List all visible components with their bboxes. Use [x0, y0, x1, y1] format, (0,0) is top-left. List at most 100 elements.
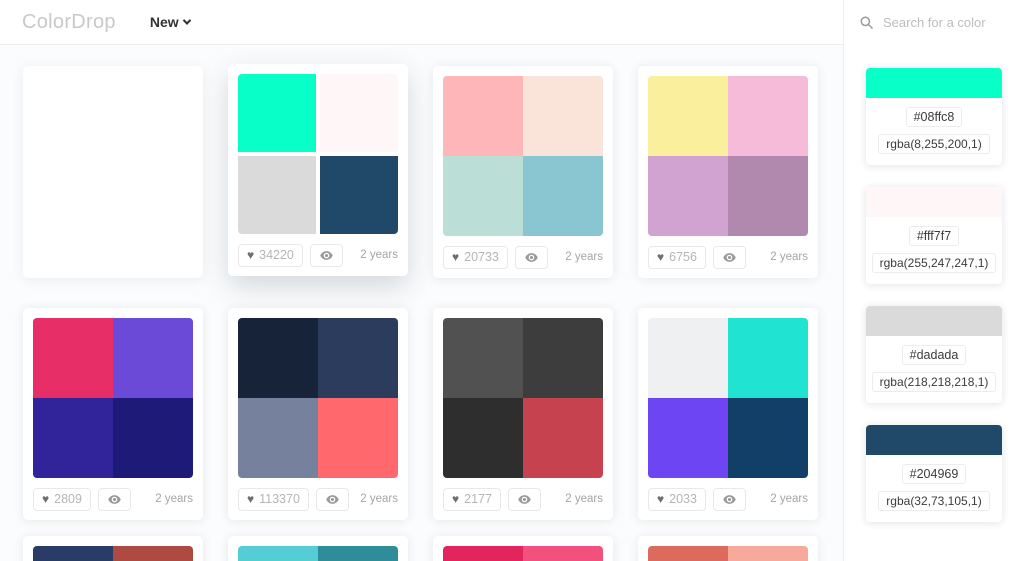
like-button[interactable]: ♥ 2809 [33, 487, 91, 511]
heart-icon: ♥ [452, 492, 460, 506]
palette-card[interactable] [23, 536, 203, 561]
search-input[interactable] [883, 15, 1013, 30]
palette-color-swatch[interactable] [648, 546, 728, 561]
rgba-code[interactable]: rgba(32,73,105,1) [878, 491, 990, 511]
eye-icon [518, 494, 531, 504]
color-detail-card[interactable]: #08ffc8 rgba(8,255,200,1) [866, 68, 1002, 165]
palette-color-swatch[interactable] [728, 546, 808, 561]
palette-color-swatch[interactable] [113, 398, 193, 478]
like-button[interactable]: ♥ 2177 [443, 487, 501, 511]
like-button[interactable]: ♥ 6756 [648, 245, 706, 269]
hex-code[interactable]: #08ffc8 [905, 107, 963, 127]
app-logo[interactable]: ColorDrop [22, 11, 116, 34]
hex-code[interactable]: #fff7f7 [908, 226, 960, 246]
like-button[interactable]: ♥ 113370 [238, 487, 309, 511]
like-button[interactable]: ♥ 34220 [238, 243, 303, 267]
palette-color-swatch[interactable] [318, 546, 398, 561]
palette-color-swatch[interactable] [238, 74, 316, 152]
palette-card-blank[interactable] [23, 66, 203, 278]
card-footer: ♥ 6756 2 years [648, 236, 808, 278]
palette-color-swatch[interactable] [523, 156, 603, 236]
palette-color-swatch[interactable] [318, 318, 398, 398]
palette-swatches [238, 74, 398, 234]
palette-color-swatch[interactable] [728, 76, 808, 156]
palette-card[interactable]: ♥ 2177 2 years [433, 308, 613, 520]
card-footer: ♥ 2033 2 years [648, 478, 808, 520]
palette-card[interactable]: ♥ 6756 2 years [638, 66, 818, 278]
like-count: 2809 [54, 492, 82, 506]
card-footer: ♥ 2809 2 years [33, 478, 193, 520]
view-button[interactable] [712, 487, 746, 511]
palette-color-swatch[interactable] [238, 398, 318, 478]
palette-color-swatch[interactable] [443, 76, 523, 156]
palette-color-swatch[interactable] [443, 398, 523, 478]
palette-card[interactable]: ♥ 34220 2 years [228, 64, 408, 276]
palette-color-swatch[interactable] [648, 318, 728, 398]
palette-age: 2 years [565, 493, 603, 505]
palette-card[interactable] [228, 536, 408, 561]
palette-swatches [33, 546, 193, 561]
view-button[interactable] [97, 487, 131, 511]
palette-color-swatch[interactable] [648, 398, 728, 478]
view-button[interactable] [514, 245, 548, 269]
palette-color-swatch[interactable] [238, 156, 316, 234]
palette-card[interactable]: ♥ 113370 2 years [228, 308, 408, 520]
palette-color-swatch[interactable] [648, 76, 728, 156]
rgba-code[interactable]: rgba(8,255,200,1) [878, 134, 990, 154]
like-count: 20733 [464, 250, 499, 264]
palette-color-swatch[interactable] [238, 546, 318, 561]
like-count: 34220 [259, 248, 294, 262]
palette-color-swatch[interactable] [320, 156, 398, 234]
palette-card[interactable]: ♥ 20733 2 years [433, 66, 613, 278]
palette-color-swatch[interactable] [113, 546, 193, 561]
hex-code[interactable]: #204969 [901, 464, 967, 484]
palette-age: 2 years [360, 249, 398, 261]
palette-color-swatch[interactable] [523, 318, 603, 398]
palette-row-partial [0, 536, 843, 561]
eye-icon [320, 250, 333, 260]
color-codes: #204969 rgba(32,73,105,1) [866, 455, 1002, 522]
palette-card[interactable]: ♥ 2809 2 years [23, 308, 203, 520]
view-button[interactable] [712, 245, 746, 269]
palette-color-swatch[interactable] [728, 318, 808, 398]
palette-color-swatch[interactable] [33, 318, 113, 398]
palette-color-swatch[interactable] [320, 74, 398, 152]
palette-color-swatch[interactable] [318, 398, 398, 478]
view-button[interactable] [315, 487, 349, 511]
new-dropdown[interactable]: New [150, 14, 191, 30]
color-detail-card[interactable]: #204969 rgba(32,73,105,1) [866, 425, 1002, 522]
color-detail-card[interactable]: #dadada rgba(218,218,218,1) [866, 306, 1002, 403]
sidebar-color-details: #08ffc8 rgba(8,255,200,1) #fff7f7 rgba(2… [843, 45, 1024, 561]
palette-color-swatch[interactable] [443, 156, 523, 236]
palette-card[interactable] [433, 536, 613, 561]
palette-color-swatch[interactable] [523, 546, 603, 561]
view-button[interactable] [309, 243, 343, 267]
like-button[interactable]: ♥ 2033 [648, 487, 706, 511]
like-button[interactable]: ♥ 20733 [443, 245, 508, 269]
palette-swatches [648, 76, 808, 236]
palette-swatches [443, 546, 603, 561]
hex-code[interactable]: #dadada [901, 345, 967, 365]
like-count: 6756 [669, 250, 697, 264]
palette-card[interactable] [638, 536, 818, 561]
rgba-code[interactable]: rgba(255,247,247,1) [871, 253, 997, 273]
palette-color-swatch[interactable] [523, 398, 603, 478]
palette-color-swatch[interactable] [33, 546, 113, 561]
color-detail-card[interactable]: #fff7f7 rgba(255,247,247,1) [866, 187, 1002, 284]
heart-icon: ♥ [657, 250, 665, 264]
palette-color-swatch[interactable] [728, 398, 808, 478]
palette-color-swatch[interactable] [238, 318, 318, 398]
palette-color-swatch[interactable] [648, 156, 728, 236]
card-footer: ♥ 34220 2 years [238, 234, 398, 276]
palette-color-swatch[interactable] [443, 318, 523, 398]
palette-color-swatch[interactable] [443, 546, 523, 561]
palette-color-swatch[interactable] [728, 156, 808, 236]
view-button[interactable] [507, 487, 541, 511]
palette-card[interactable]: ♥ 2033 2 years [638, 308, 818, 520]
palette-swatches [443, 318, 603, 478]
palette-color-swatch[interactable] [523, 76, 603, 156]
rgba-code[interactable]: rgba(218,218,218,1) [871, 372, 997, 392]
card-footer: ♥ 2177 2 years [443, 478, 603, 520]
palette-color-swatch[interactable] [33, 398, 113, 478]
palette-color-swatch[interactable] [113, 318, 193, 398]
